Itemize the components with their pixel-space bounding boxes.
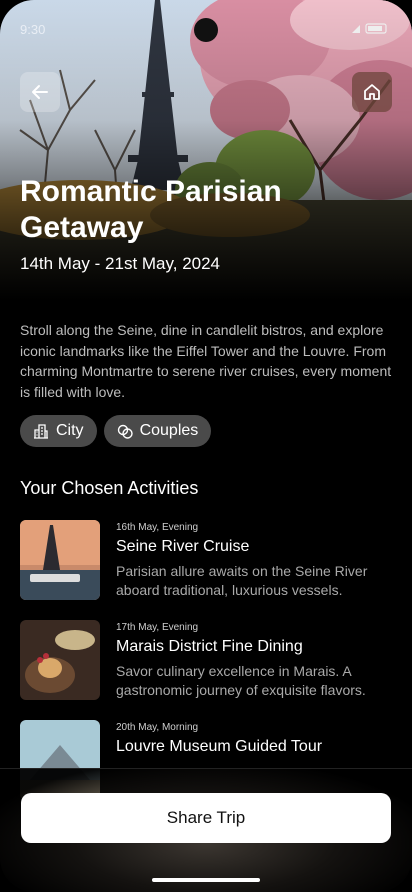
- home-button[interactable]: [352, 72, 392, 112]
- trip-dates: 14th May - 21st May, 2024: [20, 254, 221, 273]
- activity-date: 17th May, Evening: [116, 622, 199, 633]
- activity-item[interactable]: 17th May, Evening Marais District Fine D…: [20, 620, 392, 700]
- trip-tags: City Couples: [20, 415, 212, 447]
- activity-item[interactable]: 16th May, Evening Seine River Cruise Par…: [20, 520, 392, 600]
- fine-dining-image: [20, 620, 100, 700]
- trip-description: Stroll along the Seine, dine in candleli…: [20, 322, 392, 400]
- couple-rings-icon: [117, 424, 133, 439]
- activity-thumbnail: [20, 620, 100, 700]
- tag-label: City: [56, 422, 84, 439]
- signal-battery-icon: [352, 23, 387, 34]
- status-time: 9:30: [20, 22, 46, 37]
- camera-cutout: [194, 18, 218, 42]
- back-button[interactable]: [20, 72, 60, 112]
- status-icons: [350, 22, 394, 37]
- activity-thumbnail: [20, 520, 100, 600]
- home-icon: [364, 84, 380, 100]
- activity-date: 16th May, Evening: [116, 522, 199, 533]
- home-indicator: [152, 878, 260, 882]
- activity-title: Seine River Cruise: [116, 538, 250, 555]
- tag-chip-city[interactable]: City: [20, 415, 97, 447]
- river-cruise-image: [20, 520, 100, 600]
- trip-title: Romantic Parisian Getaway: [20, 175, 282, 244]
- tag-label: Couples: [139, 422, 199, 439]
- activity-date: 20th May, Morning: [116, 722, 199, 733]
- activity-description: Parisian allure awaits on the Seine Rive…: [116, 563, 368, 598]
- city-buildings-icon: [34, 424, 48, 439]
- arrow-left-icon: [32, 85, 48, 99]
- trip-detail-screen: 9:30 Romantic Parisian Getaway 14th May …: [0, 0, 412, 892]
- activity-title: Louvre Museum Guided Tour: [116, 738, 323, 755]
- tag-chip-couples[interactable]: Couples: [103, 415, 212, 447]
- activity-title: Marais District Fine Dining: [116, 638, 303, 655]
- share-trip-button[interactable]: Share Trip: [21, 793, 391, 843]
- activities-heading: Your Chosen Activities: [20, 478, 199, 498]
- activity-description: Savor culinary excellence in Marais. A g…: [116, 663, 366, 698]
